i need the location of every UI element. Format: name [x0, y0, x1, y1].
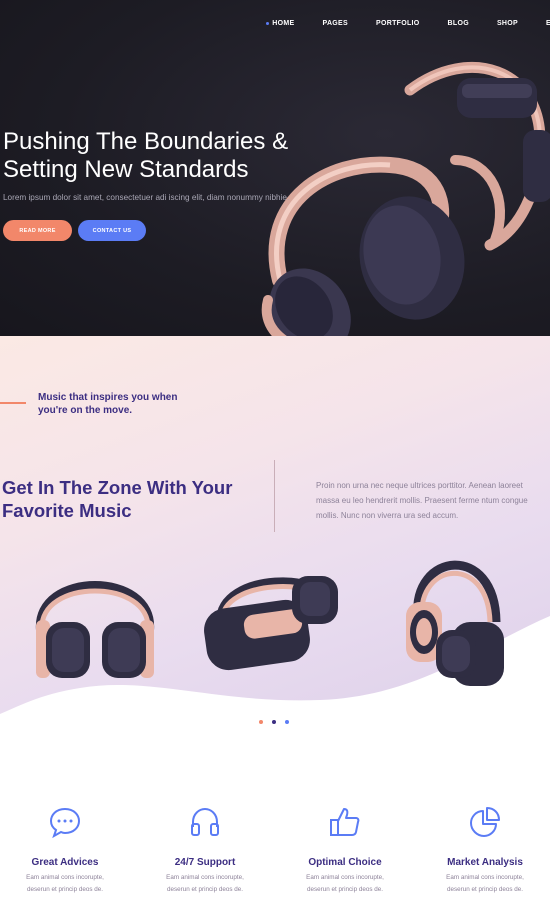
thumbs-up-icon [330, 808, 360, 836]
zone-title: Get In The Zone With Your Favorite Music [2, 477, 233, 521]
nav-item-portfolio[interactable]: PORTFOLIO [376, 20, 420, 27]
active-dot-icon [266, 22, 270, 25]
feature-desc-line-1: Eam animal cons incorupte, [306, 874, 384, 881]
main-nav: HOME PAGES PORTFOLIO BLOG SHOP E [238, 20, 550, 27]
accent-line [0, 402, 26, 404]
feature-desc-line-1: Eam animal cons incorupte, [26, 874, 104, 881]
hero-title: Pushing The Boundaries & Setting New Sta… [3, 128, 289, 183]
feature-desc-line-1: Eam animal cons incorupte, [446, 874, 524, 881]
feature-desc-line-2: deserun et princip deos de. [167, 886, 243, 893]
pie-chart-icon [470, 807, 500, 837]
feature-title: Market Analysis [447, 857, 523, 868]
hero-section: HOME PAGES PORTFOLIO BLOG SHOP E Pushing… [0, 0, 550, 336]
feature-great-advices: Great Advices Eam animal cons incorupte,… [0, 805, 130, 896]
hero-subtitle: Lorem ipsum dolor sit amet, consectetuer… [3, 193, 290, 202]
headphones-angle-image[interactable] [400, 542, 510, 690]
nav-item-blog[interactable]: BLOG [448, 20, 469, 27]
feature-title: 24/7 Support [174, 857, 236, 868]
nav-item-shop[interactable]: SHOP [497, 20, 518, 27]
feature-desc-line-2: deserun et princip deos de. [447, 886, 523, 893]
feature-market-analysis: Market Analysis Eam animal cons incorupt… [420, 805, 550, 896]
headphones-side-image[interactable] [200, 566, 345, 671]
feature-title: Optimal Choice [308, 857, 382, 868]
feature-desc-line-1: Eam animal cons incorupte, [166, 874, 244, 881]
pagination-dot-blue[interactable] [285, 720, 289, 724]
feature-support: 24/7 Support Eam animal cons incorupte, … [140, 805, 270, 896]
read-more-button[interactable]: READ MORE [3, 220, 72, 241]
nav-item-elements[interactable]: E [546, 20, 550, 27]
pagination-dot-navy[interactable] [272, 720, 276, 724]
pagination-dot-orange[interactable] [259, 720, 263, 724]
zone-description: Proin non urna nec neque ultrices portti… [316, 481, 528, 520]
headphones-icon [191, 807, 219, 836]
feature-title: Great Advices [31, 857, 99, 868]
nav-item-pages[interactable]: PAGES [323, 20, 349, 27]
chat-bubble-icon [49, 807, 81, 839]
music-tagline: Music that inspires you when you're on t… [38, 392, 178, 416]
contact-us-button[interactable]: CONTACT US [78, 220, 146, 241]
headphones-front-image[interactable] [30, 550, 160, 690]
feature-optimal-choice: Optimal Choice Eam animal cons incorupte… [280, 805, 410, 896]
carousel-pagination [259, 720, 289, 724]
feature-desc-line-2: deserun et princip deos de. [27, 886, 103, 893]
vertical-divider [274, 460, 275, 532]
nav-item-home[interactable]: HOME [266, 20, 294, 27]
feature-desc-line-2: deserun et princip deos de. [307, 886, 383, 893]
music-section: Music that inspires you when you're on t… [0, 336, 550, 716]
